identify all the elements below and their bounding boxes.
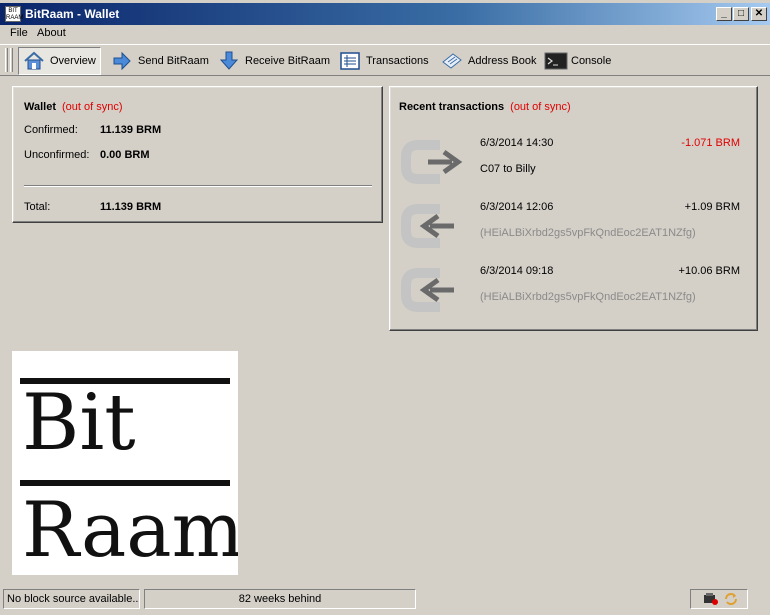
transaction-description: (HEiALBiXrbd2gs5vpFkQndEoc2EAT1NZfg) <box>480 227 696 239</box>
menu-file[interactable]: File <box>10 27 28 39</box>
wallet-divider <box>24 185 372 187</box>
toolbar: Overview Send BitRaam Receive BitRaam Tr… <box>0 44 770 76</box>
block-source-status: No block source available... <box>3 589 140 609</box>
confirmed-label: Confirmed: <box>24 124 78 136</box>
tab-address-book[interactable]: Address Book <box>437 47 540 75</box>
maximize-button[interactable]: □ <box>733 7 749 21</box>
status-bar: No block source available... 82 weeks be… <box>0 587 770 611</box>
transaction-amount: -1.071 BRM <box>681 137 740 149</box>
recent-title: Recent transactions (out of sync) <box>399 101 571 113</box>
unconfirmed-value: 0.00 BRM <box>100 149 150 161</box>
sync-icon <box>723 592 739 608</box>
tab-transactions[interactable]: Transactions <box>335 47 433 75</box>
wallet-title: Wallet (out of sync) <box>24 101 123 113</box>
wallet-sync-status: (out of sync) <box>62 101 123 113</box>
console-icon <box>544 50 568 72</box>
tab-overview-label: Overview <box>50 55 96 67</box>
incoming-transaction-icon <box>400 201 462 251</box>
status-icons <box>690 589 748 609</box>
transaction-row[interactable]: 6/3/2014 12:06 +1.09 BRM (HEiALBiXrbd2gs… <box>398 199 748 261</box>
transaction-date: 6/3/2014 14:30 <box>480 137 554 149</box>
minimize-button[interactable]: _ <box>716 7 732 21</box>
total-label: Total: <box>24 201 51 213</box>
bitraam-logo: Bit Raam <box>12 351 244 575</box>
recent-sync-status: (out of sync) <box>510 101 571 113</box>
confirmed-value: 11.139 BRM <box>100 124 162 136</box>
menu-about[interactable]: About <box>37 27 66 39</box>
list-icon <box>339 50 361 72</box>
sync-progress-bar: 82 weeks behind <box>144 589 416 609</box>
tab-console[interactable]: Console <box>540 47 615 75</box>
address-book-icon <box>441 50 463 72</box>
receive-arrow-icon <box>218 50 240 72</box>
total-value: 11.139 BRM <box>100 201 162 213</box>
send-arrow-icon <box>111 50 133 72</box>
logo-line1: Bit <box>22 378 136 468</box>
tab-console-label: Console <box>571 55 612 67</box>
logo-line2: Raam <box>22 485 238 574</box>
transaction-amount: +10.06 BRM <box>678 265 740 277</box>
app-logo-icon: BIT RAAM <box>5 6 24 22</box>
tab-receive-label: Receive BitRaam <box>245 55 330 67</box>
tab-transactions-label: Transactions <box>366 55 429 67</box>
main-window: BIT RAAM BitRaam - Wallet _ □ ✕ File Abo… <box>0 0 770 615</box>
toolbar-grip[interactable] <box>5 48 8 72</box>
transaction-row[interactable]: 6/3/2014 09:18 +10.06 BRM (HEiALBiXrbd2g… <box>398 263 748 325</box>
wallet-panel: Wallet (out of sync) Confirmed: 11.139 BR… <box>12 86 383 223</box>
tab-overview[interactable]: Overview <box>18 47 101 75</box>
tab-receive[interactable]: Receive BitRaam <box>214 47 334 75</box>
transaction-date: 6/3/2014 12:06 <box>480 201 554 213</box>
window-title: BitRaam - Wallet <box>25 7 120 21</box>
tab-send[interactable]: Send BitRaam <box>107 47 213 75</box>
recent-title-text: Recent transactions <box>399 101 505 113</box>
recent-transactions-panel: Recent transactions (out of sync) 6/3/201… <box>389 86 758 331</box>
transaction-description: (HEiALBiXrbd2gs5vpFkQndEoc2EAT1NZfg) <box>480 291 696 303</box>
home-icon <box>23 50 45 72</box>
transaction-row[interactable]: 6/3/2014 14:30 -1.071 BRM C07 to Billy <box>398 135 748 197</box>
tab-address-book-label: Address Book <box>468 55 537 67</box>
toolbar-grip-2 <box>10 48 13 72</box>
unconfirmed-label: Unconfirmed: <box>24 149 90 161</box>
menu-bar: File About <box>0 25 770 43</box>
tab-send-label: Send BitRaam <box>138 55 209 67</box>
outgoing-transaction-icon <box>400 137 463 187</box>
transaction-amount: +1.09 BRM <box>684 201 740 213</box>
close-button[interactable]: ✕ <box>751 7 767 21</box>
title-bar[interactable]: BIT RAAM BitRaam - Wallet _ □ ✕ <box>0 3 770 25</box>
transaction-description: C07 to Billy <box>480 163 536 175</box>
incoming-transaction-icon <box>400 265 462 315</box>
connections-icon <box>703 592 719 608</box>
wallet-title-text: Wallet <box>24 101 56 113</box>
transaction-date: 6/3/2014 09:18 <box>480 265 554 277</box>
